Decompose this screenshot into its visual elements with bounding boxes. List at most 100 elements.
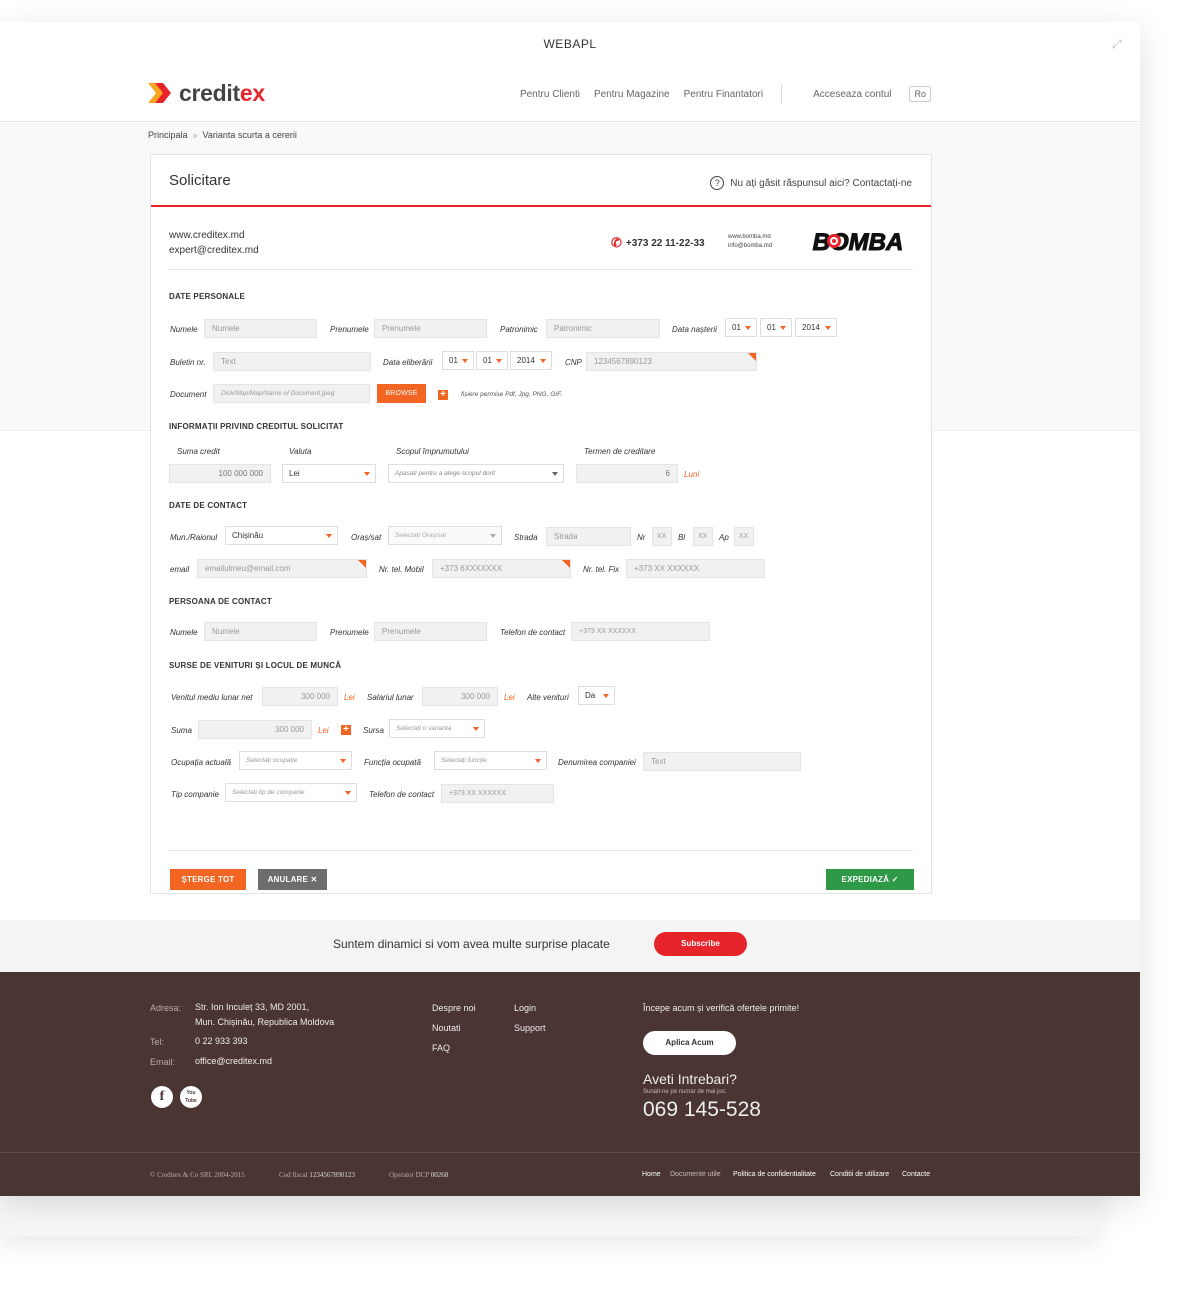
- footer-link-about[interactable]: Despre noi: [432, 1003, 476, 1013]
- label-surname: Prenumele: [330, 325, 369, 334]
- partner-contacts: www.bomba.md info@bomba.md: [728, 233, 772, 251]
- birth-month-select[interactable]: 01: [760, 318, 792, 337]
- add-document-icon[interactable]: +: [438, 390, 448, 400]
- breadcrumb-current: Varianta scurta a cererii: [202, 130, 297, 140]
- email-field[interactable]: emailulmeu@email.com: [197, 559, 367, 578]
- bottom-link-contacts[interactable]: Contacte: [902, 1171, 930, 1178]
- bl-input[interactable]: XX: [693, 527, 713, 546]
- surname-input[interactable]: Prenumele: [374, 319, 487, 338]
- document-path-input[interactable]: Disk/Map/Map/Name of Document.jpeg: [213, 384, 370, 403]
- browse-button[interactable]: BROWSE: [377, 384, 426, 403]
- label-mobile: Nr. tel. Mobil: [379, 565, 424, 574]
- company-name-input[interactable]: Text: [643, 752, 801, 771]
- fixed-phone-input[interactable]: +373 XX XXXXXX: [626, 559, 765, 578]
- nav-clients[interactable]: Pentru Clienti: [520, 89, 580, 100]
- site-header: creditex Pentru Clienti Pentru Magazine …: [0, 66, 1140, 122]
- footer-link-support[interactable]: Support: [514, 1023, 546, 1033]
- help-link[interactable]: ? Nu ați găsit răspunsul aici? Contactaț…: [710, 176, 912, 190]
- salary-unit: Lei: [504, 693, 515, 702]
- birth-day-select[interactable]: 01: [725, 318, 757, 337]
- ap-input[interactable]: XX: [734, 527, 754, 546]
- expand-icon[interactable]: ⤢: [1112, 38, 1126, 50]
- partner-email: info@bomba.md: [728, 243, 773, 249]
- document-note: fișiere permise Pdf, Jpg, PNG, GIF.: [461, 391, 563, 398]
- partner-logo: BOMBA: [812, 229, 904, 257]
- footer-link-news[interactable]: Noutati: [432, 1023, 461, 1033]
- footer-address: Str. Ion Inculeț 33, MD 2001, Mun. Chiși…: [195, 1002, 335, 1027]
- person-surname-input[interactable]: Prenumele: [374, 622, 487, 641]
- label-sum: Suma: [171, 726, 192, 735]
- language-switch[interactable]: Ro: [909, 86, 931, 102]
- person-name-input[interactable]: Numele: [204, 622, 317, 641]
- footer-tel: 0 22 933 393: [195, 1036, 248, 1046]
- footer-big-phone: 069 145-528: [643, 1098, 761, 1121]
- send-button[interactable]: EXPEDIAZĂ ✓: [826, 869, 914, 890]
- label-function: Funcția ocupată: [364, 758, 421, 767]
- salary-input[interactable]: 300 000: [422, 687, 498, 706]
- person-phone-input[interactable]: +373 XX XXXXXX: [571, 622, 710, 641]
- youtube-icon[interactable]: You Tube: [180, 1086, 202, 1108]
- footer-call-note: Sunati-ne pe numar de mai jos:: [643, 1089, 727, 1095]
- breadcrumb: Principala » Varianta scurta a cererii: [148, 130, 297, 140]
- company-phone-input[interactable]: +373 XX XXXXXX: [441, 784, 554, 803]
- breadcrumb-home[interactable]: Principala: [148, 130, 188, 140]
- birth-year-select[interactable]: 2014: [795, 318, 837, 337]
- issue-year-select[interactable]: 2014: [510, 351, 552, 370]
- id-number-input[interactable]: Text: [213, 352, 371, 371]
- credit-amount-input[interactable]: 100 000 000: [169, 464, 271, 483]
- sum-input[interactable]: 300 000: [198, 720, 312, 739]
- avg-income-input[interactable]: 300 000: [262, 687, 338, 706]
- label-nr: Nr: [637, 533, 646, 542]
- other-income-select[interactable]: Da: [578, 686, 615, 705]
- nav-financiers[interactable]: Pentru Finantatori: [684, 89, 764, 100]
- name-input[interactable]: Numele: [204, 319, 317, 338]
- bottom-link-privacy[interactable]: Politica de confidentialitate: [733, 1171, 816, 1178]
- bottom-link-home[interactable]: Home: [642, 1171, 661, 1178]
- label-ap: Ap: [719, 533, 729, 542]
- page-title: Solicitare: [169, 172, 231, 189]
- nr-input[interactable]: XX: [652, 527, 672, 546]
- function-select[interactable]: Selectați funcție: [434, 751, 547, 770]
- bottom-link-terms[interactable]: Conditii de utilizare: [830, 1171, 889, 1178]
- footer-link-faq[interactable]: FAQ: [432, 1043, 450, 1053]
- label-avg-income: Venitul mediu lunar net: [171, 693, 253, 702]
- chevron-down-icon: [603, 694, 609, 698]
- footer-email[interactable]: office@creditex.md: [195, 1054, 272, 1069]
- chevron-down-icon: [490, 534, 496, 538]
- occupation-select[interactable]: Selectați ocupație: [239, 751, 352, 770]
- purpose-select[interactable]: Apasati pentru a alege scopul dorit: [388, 464, 564, 483]
- footer-link-login[interactable]: Login: [514, 1003, 536, 1013]
- issue-month-select[interactable]: 01: [476, 351, 508, 370]
- add-income-icon[interactable]: +: [341, 725, 351, 735]
- bottom-link-documents[interactable]: Documente utile: [670, 1171, 721, 1178]
- nav-account[interactable]: Acceseaza contul: [813, 89, 891, 100]
- chevron-down-icon: [825, 326, 831, 330]
- label-id: Buletin nr.: [170, 358, 206, 367]
- label-source: Sursa: [363, 726, 384, 735]
- region-select[interactable]: Chișinău: [225, 526, 338, 545]
- bottom-bar: © Creditex & Co SRL 2004-2015 Cod fiscal…: [0, 1152, 1140, 1196]
- mobile-input[interactable]: +373 6XXXXXXX: [432, 559, 571, 578]
- clear-all-button[interactable]: ȘTERGE TOT: [170, 869, 246, 890]
- company-type-select[interactable]: Selectați tip de companie: [225, 783, 357, 802]
- nav-stores[interactable]: Pentru Magazine: [594, 89, 670, 100]
- creditex-site[interactable]: www.creditex.md: [169, 228, 259, 243]
- cnp-input[interactable]: 1234567890123: [586, 352, 757, 371]
- issue-day-select[interactable]: 01: [442, 351, 474, 370]
- cancel-button[interactable]: ANULARE ✕: [258, 869, 327, 890]
- facebook-icon[interactable]: f: [151, 1086, 173, 1108]
- application-form-card: Solicitare ? Nu ați găsit răspunsul aici…: [150, 154, 932, 894]
- currency-select[interactable]: Lei: [282, 464, 376, 483]
- sum-unit: Lei: [318, 726, 329, 735]
- apply-now-button[interactable]: Aplica Acum: [643, 1031, 736, 1055]
- city-select[interactable]: Selectați Oraș/sat: [388, 526, 502, 545]
- creditex-email[interactable]: expert@creditex.md: [169, 243, 259, 258]
- source-select[interactable]: Selectați o varianta: [389, 719, 485, 738]
- subscribe-button[interactable]: Subscribe: [654, 932, 747, 956]
- term-input[interactable]: 6: [576, 464, 678, 483]
- creditex-logo[interactable]: creditex: [148, 78, 265, 108]
- patronymic-input[interactable]: Patronimic: [546, 319, 660, 338]
- section-personal: DATE PERSONALE: [169, 292, 245, 301]
- label-street: Strada: [514, 533, 538, 542]
- street-input[interactable]: Strada: [546, 527, 631, 546]
